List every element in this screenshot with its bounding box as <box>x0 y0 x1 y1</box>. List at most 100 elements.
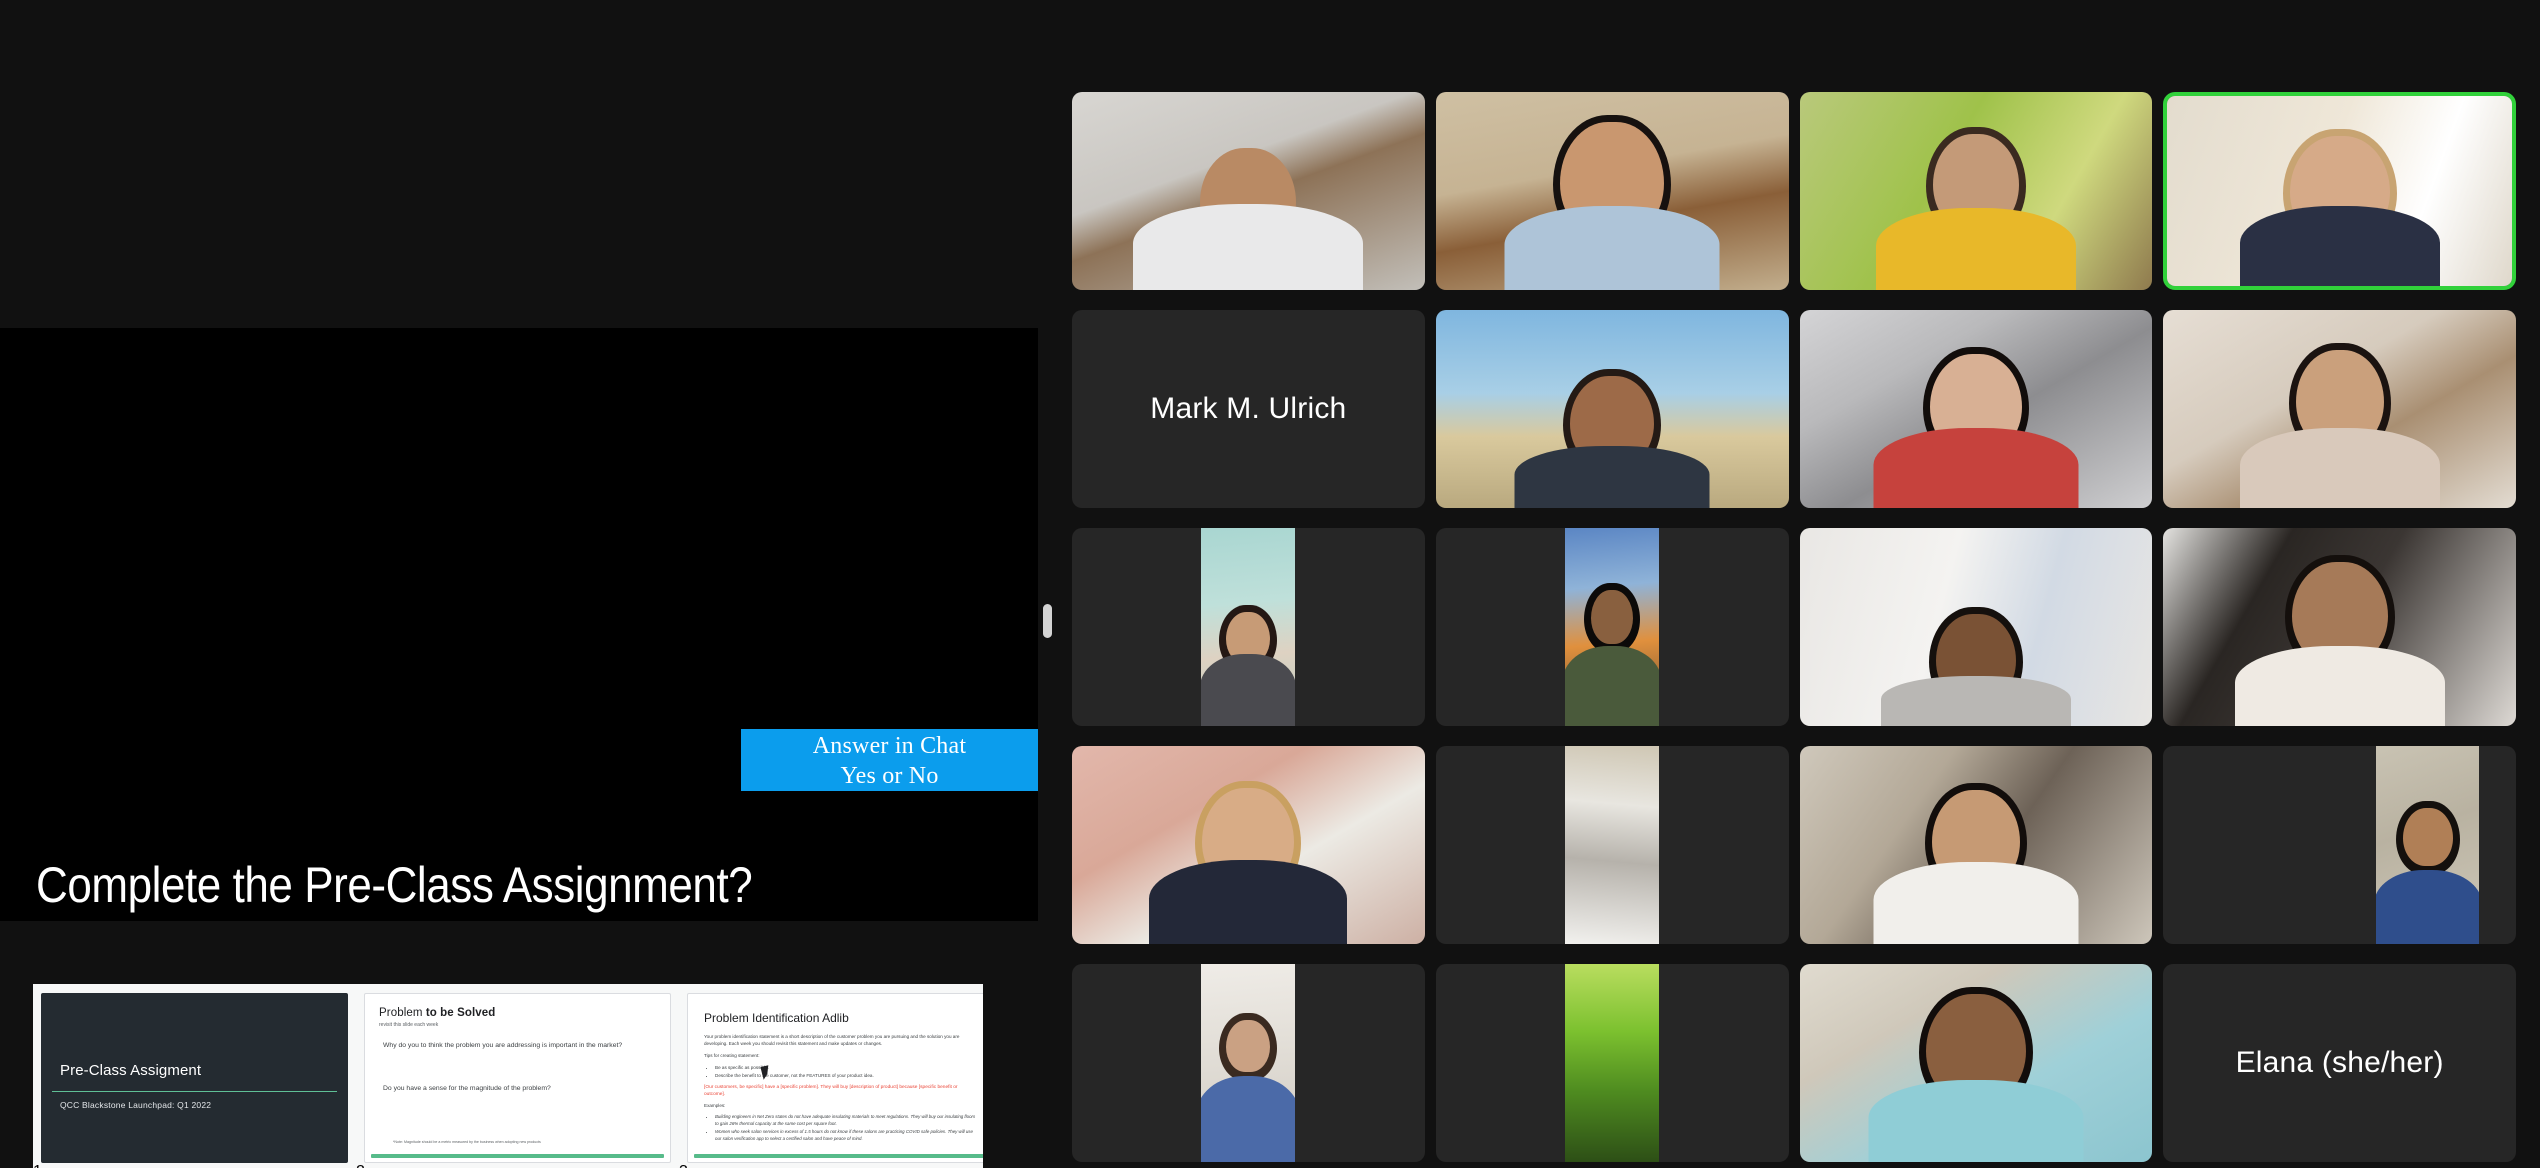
participant-tile[interactable] <box>1799 746 2153 944</box>
participant-video <box>2376 746 2479 944</box>
participant-tile[interactable] <box>1072 528 1425 726</box>
slide-thumbnail-3[interactable]: Problem Identification Adlib Your proble… <box>679 993 983 1168</box>
slide-3-canvas[interactable]: Problem Identification Adlib Your proble… <box>687 993 983 1163</box>
video-subject-head <box>2402 808 2453 866</box>
participant-video <box>1435 310 1789 508</box>
slide-2-canvas[interactable]: Problem to be Solved revisit this slide … <box>364 993 671 1163</box>
participant-video <box>2167 96 2512 286</box>
slide-3-body: Your problem identification statement is… <box>704 1034 960 1047</box>
video-subject-torso <box>1514 446 1710 508</box>
slide-3-heading: Problem Identification Adlib <box>704 1011 849 1025</box>
slide-1-page-number: 1 <box>33 1163 356 1168</box>
video-frame <box>1435 92 1789 290</box>
slide-thumbnail-2[interactable]: Problem to be Solved revisit this slide … <box>356 993 679 1168</box>
participant-tile[interactable] <box>2163 528 2516 726</box>
video-subject-torso <box>2376 870 2479 944</box>
video-frame <box>1799 310 2153 508</box>
video-background <box>1565 964 1660 1162</box>
participant-grid: Mark M. Ulrich Elana (she/her) <box>1072 92 2516 1162</box>
participant-video <box>1565 746 1660 944</box>
participant-tile-elana-she-her[interactable]: Elana (she/her) <box>2163 964 2516 1162</box>
video-frame <box>1565 746 1660 944</box>
answer-in-chat-banner: Answer in Chat Yes or No <box>741 729 1038 791</box>
video-subject-torso <box>2234 646 2445 726</box>
participant-tile[interactable] <box>1799 92 2153 290</box>
video-frame <box>2163 528 2516 726</box>
video-subject-torso <box>1201 654 1296 726</box>
participant-tile[interactable] <box>1072 92 1425 290</box>
video-frame <box>1799 746 2153 944</box>
participant-video <box>1799 310 2153 508</box>
participant-grid-row: Mark M. Ulrich <box>1072 310 2516 518</box>
answer-banner-line1: Answer in Chat <box>812 733 967 759</box>
slide-3-tips-label: Tips for creating statement: <box>704 1053 760 1058</box>
slide-3-accent-bar <box>694 1154 983 1158</box>
slide-2-heading-light: Problem <box>379 1007 426 1019</box>
answer-banner-line2: Yes or No <box>840 763 939 789</box>
participant-video <box>1565 964 1660 1162</box>
participant-tile[interactable] <box>1072 746 1425 944</box>
participant-video <box>1799 964 2153 1162</box>
slide-3-examples-label: Examples: <box>704 1103 726 1108</box>
video-frame <box>1072 92 1425 290</box>
video-subject-torso <box>1504 206 1720 290</box>
slide-thumbnail-1[interactable]: Pre-Class Assigment QCC Blackstone Launc… <box>33 993 356 1168</box>
participant-name-label: Elana (she/her) <box>2235 1046 2444 1079</box>
participant-tile-mark-m-ulrich[interactable]: Mark M. Ulrich <box>1072 310 1425 508</box>
participant-tile[interactable] <box>2163 746 2516 944</box>
video-frame <box>1072 746 1425 944</box>
video-subject-torso <box>1201 1076 1296 1162</box>
slide-2-footnote: *Note: Magnitude should be a metric meas… <box>393 1140 541 1144</box>
slide-1-canvas[interactable]: Pre-Class Assigment QCC Blackstone Launc… <box>41 993 348 1163</box>
video-subject-torso <box>1149 860 1348 944</box>
video-frame <box>1565 964 1660 1162</box>
participant-tile[interactable] <box>1435 964 1789 1162</box>
slide-3-example: Women who seek salon services in excess … <box>715 1128 979 1143</box>
slide-filmstrip[interactable]: Pre-Class Assigment QCC Blackstone Launc… <box>33 984 983 1168</box>
participant-video <box>1201 964 1296 1162</box>
slide-title: Complete the Pre-Class Assignment? <box>36 857 753 913</box>
video-frame <box>1201 528 1296 726</box>
participant-video <box>1072 746 1425 944</box>
video-frame <box>1799 92 2153 290</box>
participant-tile[interactable] <box>1072 964 1425 1162</box>
video-subject-torso <box>1873 428 2079 508</box>
slide-3-template-text: [Our customers, be specific] have a [spe… <box>704 1085 958 1098</box>
participant-tile[interactable] <box>1435 92 1789 290</box>
participant-tile[interactable] <box>1435 310 1789 508</box>
participant-tile[interactable] <box>1799 964 2153 1162</box>
slide-3-tip: Describe the benefit to the customer, no… <box>715 1072 979 1080</box>
video-subject-torso <box>1880 676 2071 726</box>
video-frame <box>2167 96 2512 286</box>
shared-screen-region[interactable]: Answer in Chat Yes or No Complete the Pr… <box>0 328 1038 1168</box>
slide-2-accent-bar <box>371 1154 664 1158</box>
participant-tile[interactable] <box>1799 528 2153 726</box>
video-background <box>1565 746 1660 944</box>
participant-tile[interactable] <box>2163 92 2516 290</box>
participant-video <box>1201 528 1296 726</box>
participant-video <box>2163 528 2516 726</box>
video-frame <box>1435 310 1789 508</box>
video-subject-torso <box>1565 646 1660 726</box>
video-frame <box>1201 964 1296 1162</box>
participant-tile[interactable] <box>2163 310 2516 508</box>
slide-2-subheading: revisit this slide each week <box>379 1022 439 1028</box>
participant-tile[interactable] <box>1799 310 2153 508</box>
video-subject-torso <box>1868 1080 2084 1162</box>
slide-2-question-2: Do you have a sense for the magnitude of… <box>383 1085 551 1092</box>
slide-1-rule <box>52 1091 337 1092</box>
participant-tile[interactable] <box>1435 746 1789 944</box>
video-frame <box>1799 528 2153 726</box>
participant-video <box>1565 528 1660 726</box>
video-subject-torso <box>2239 428 2440 508</box>
participant-video <box>1799 92 2153 290</box>
participant-tile[interactable] <box>1435 528 1789 726</box>
video-subject-head <box>1226 1020 1271 1072</box>
participant-video <box>1072 92 1425 290</box>
participant-grid-row <box>1072 528 2516 736</box>
participant-grid-row: Elana (she/her) <box>1072 964 2516 1168</box>
panel-resize-handle[interactable] <box>1043 604 1052 638</box>
slide-2-heading: Problem to be Solved <box>379 1007 495 1019</box>
video-subject-torso <box>1873 862 2079 944</box>
participant-name-label: Mark M. Ulrich <box>1150 392 1347 425</box>
